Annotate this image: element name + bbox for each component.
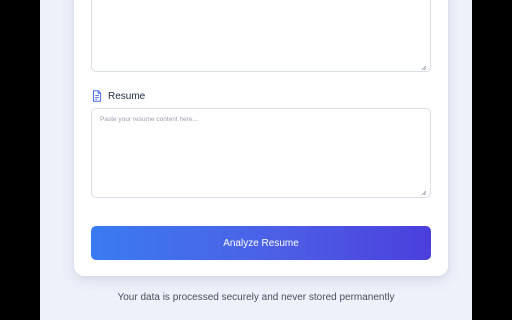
analyze-resume-button[interactable]: Analyze Resume [91,226,431,260]
resume-textarea[interactable] [91,108,431,198]
resume-label: Resume [108,90,146,102]
job-description-textarea[interactable] [91,0,431,72]
privacy-note: Your data is processed securely and neve… [117,292,395,303]
resize-grip-icon[interactable] [421,190,427,196]
document-icon [93,90,102,102]
resize-grip-icon[interactable] [421,65,427,71]
page-viewport: Resume Analyze Resume Your data is proce… [40,0,472,320]
resume-label-row: Resume [92,89,145,103]
analysis-form-card: Resume Analyze Resume [74,0,448,276]
